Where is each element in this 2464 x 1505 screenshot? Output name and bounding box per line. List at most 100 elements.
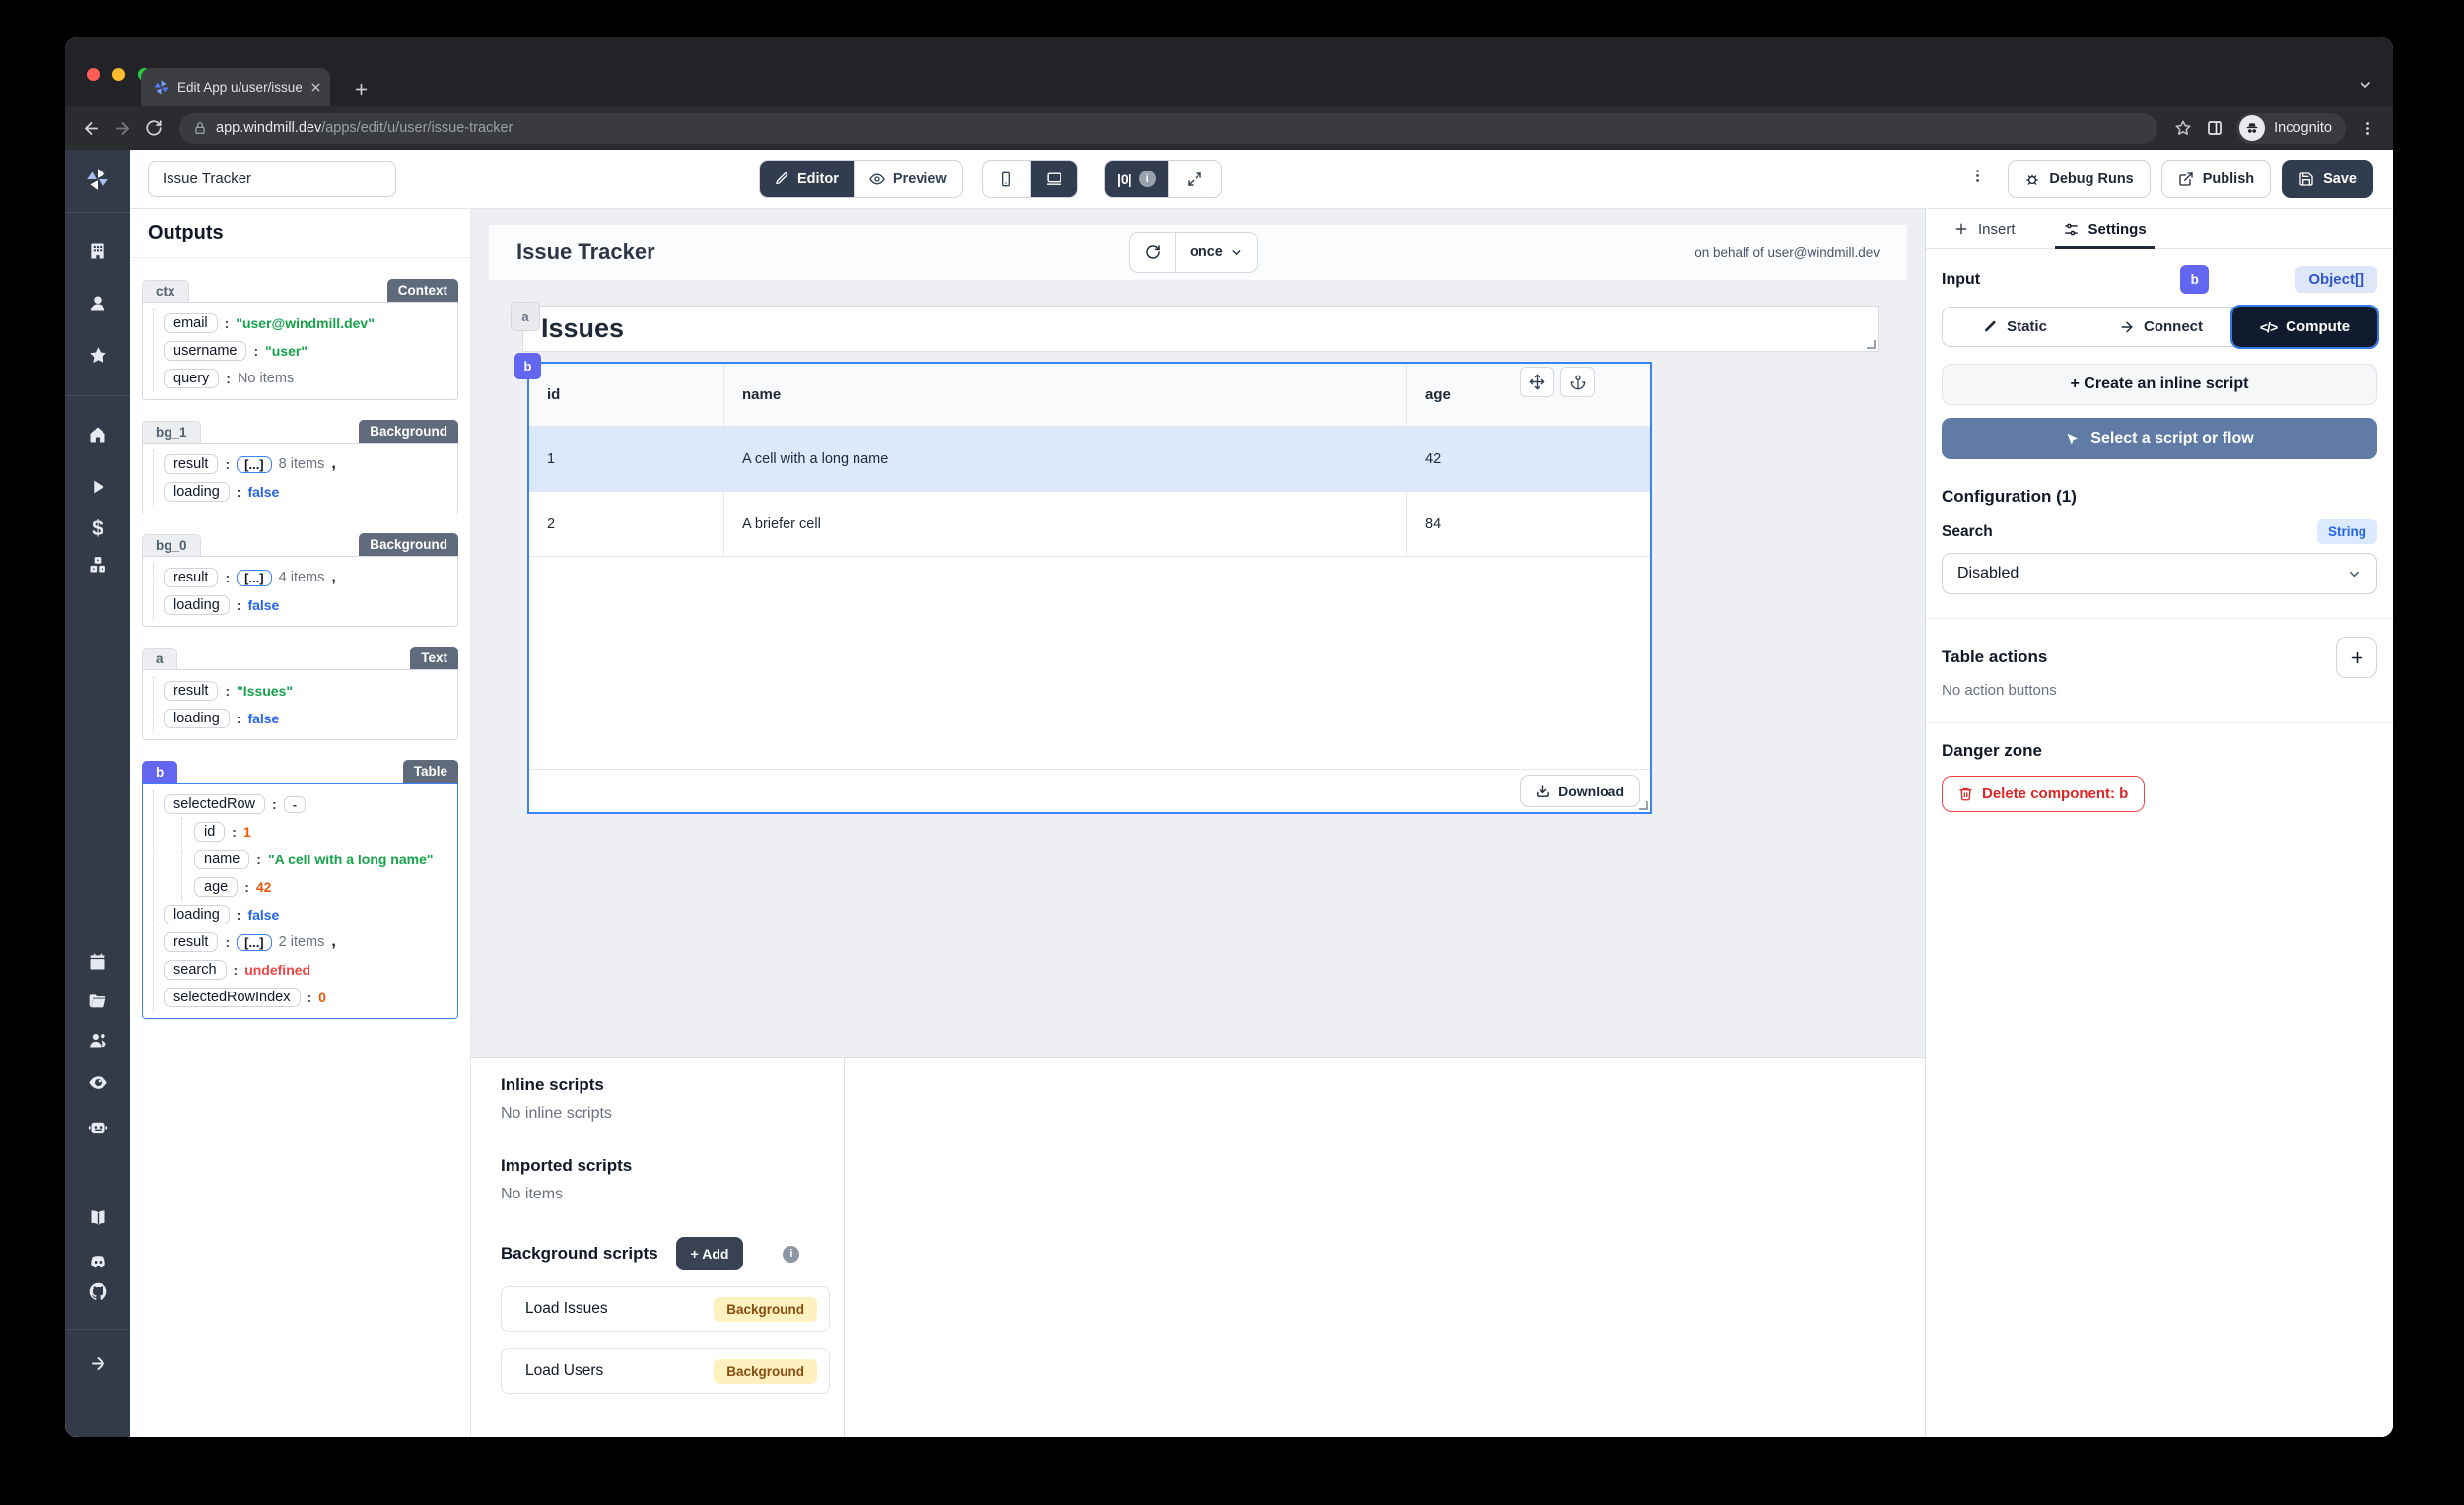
new-tab-button[interactable] [353,81,370,98]
comma: , [331,455,336,472]
output-key[interactable]: loading [164,482,230,502]
output-key[interactable]: age [194,877,239,897]
rail-variables-icon[interactable]: $ [65,517,130,541]
array-expander[interactable]: [...] [237,933,272,951]
rail-collapse-arrow-icon[interactable] [65,1354,130,1373]
move-component-button[interactable] [1520,367,1554,397]
connect-mode-button[interactable]: Connect [2088,308,2233,346]
windmill-logo-icon[interactable] [65,167,130,192]
save-button[interactable]: Save [2282,160,2373,198]
rail-workspace-icon[interactable] [65,241,130,261]
forward-button[interactable] [106,112,138,144]
output-key[interactable]: result [164,568,219,587]
section-id-chip[interactable]: a [142,648,177,669]
download-button[interactable]: Download [1520,775,1640,807]
static-mode-button[interactable]: Static [1943,308,2088,346]
anchor-component-button[interactable] [1560,367,1595,397]
rail-runs-icon[interactable] [65,478,130,496]
section-id-chip[interactable]: b [142,761,178,783]
array-expander[interactable]: [...] [237,455,272,473]
output-key[interactable]: email [164,313,218,333]
rail-audit-eye-icon[interactable] [65,1072,130,1093]
lock-icon [195,122,205,134]
issues-heading: Issues [541,313,625,343]
output-key[interactable]: id [194,822,226,842]
publish-button[interactable]: Publish [2160,160,2272,198]
back-button[interactable] [75,112,106,144]
collapse-toggle[interactable]: - [283,795,307,813]
editor-tab[interactable]: Editor [760,161,854,197]
run-mode-dropdown[interactable]: once [1176,233,1257,272]
table-row-selected[interactable]: 1 A cell with a long name 42 [529,427,1650,492]
app-name-input[interactable] [148,161,396,197]
more-options-button[interactable] [1969,168,1986,184]
debug-runs-button[interactable]: Debug Runs [2008,160,2151,198]
add-background-script-button[interactable]: + Add [675,1237,744,1270]
column-header[interactable]: id [529,364,724,426]
browser-tab[interactable]: Edit App u/user/issue-tracker | [141,68,330,106]
component-a-chip[interactable]: a [511,302,540,331]
output-key[interactable]: username [164,341,247,361]
column-header[interactable]: name [724,364,1407,426]
rail-folders-icon[interactable] [65,992,130,1011]
bookmark-star-button[interactable] [2167,112,2199,144]
output-key[interactable]: selectedRowIndex [164,988,301,1007]
output-key[interactable]: loading [164,709,230,728]
rail-home-icon[interactable] [65,425,130,445]
desktop-view-button[interactable] [1030,161,1077,197]
resize-handle[interactable] [1639,801,1648,810]
output-key[interactable]: search [164,960,227,980]
background-script-item[interactable]: Load Issues Background [501,1286,830,1332]
close-tab-icon[interactable] [309,81,322,94]
output-key[interactable]: result [164,454,219,474]
rail-github-icon[interactable] [65,1281,130,1302]
mobile-view-button[interactable] [983,161,1030,197]
rail-schedules-icon[interactable] [65,952,130,972]
add-table-action-button[interactable] [2336,637,2377,678]
rail-groups-icon[interactable] [65,1030,130,1051]
tab-search-chevron-icon[interactable] [2358,77,2373,93]
section-id-chip[interactable]: ctx [142,280,189,302]
table-component-b[interactable]: b id name age 1 A cell with a long name … [514,353,1652,814]
text-component-a[interactable]: a Issues [511,302,1879,352]
compute-mode-button[interactable]: </> Compute [2230,305,2379,349]
rail-discord-icon[interactable] [65,1252,130,1272]
table-row[interactable]: 2 A briefer cell 84 [529,492,1650,557]
tab-settings[interactable]: Settings [2054,209,2155,249]
refresh-button[interactable] [1130,233,1176,272]
create-inline-script-button[interactable]: + Create an inline script [1942,364,2377,405]
json-debug-button[interactable]: |0| i [1105,161,1168,197]
section-id-chip[interactable]: bg_1 [142,421,201,443]
rail-favorites-star-icon[interactable] [65,345,130,366]
background-script-item[interactable]: Load Users Background [501,1348,830,1394]
rail-ai-robot-icon[interactable] [65,1117,130,1137]
rail-docs-book-icon[interactable] [65,1207,130,1228]
delete-component-button[interactable]: Delete component: b [1942,776,2146,812]
component-b-chip[interactable]: b [514,353,541,379]
app-canvas[interactable]: Issue Tracker once on behalf of user@win… [471,209,1925,1057]
fullscreen-button[interactable] [1167,161,1221,197]
reload-button[interactable] [138,112,170,144]
output-key[interactable]: selectedRow [164,794,266,814]
preview-tab[interactable]: Preview [853,161,962,197]
url-bar[interactable]: app.windmill.dev/apps/edit/u/user/issue-… [179,112,2158,144]
output-section-ctx: ctx Context email: "user@windmill.dev" u… [142,274,458,400]
browser-menu-button[interactable] [2352,112,2383,144]
rail-user-icon[interactable] [65,294,130,313]
side-panel-button[interactable] [2199,112,2230,144]
rail-resources-icon[interactable] [65,555,130,575]
output-key[interactable]: loading [164,595,230,615]
output-key[interactable]: loading [164,905,230,924]
tab-insert[interactable]: Insert [1953,209,2016,248]
output-key[interactable]: result [164,681,219,701]
section-id-chip[interactable]: bg_0 [142,534,201,556]
select-script-button[interactable]: Select a script or flow [1942,418,2377,459]
output-key[interactable]: name [194,850,250,869]
close-window-button[interactable] [87,68,100,81]
minimize-window-button[interactable] [112,68,125,81]
output-key[interactable]: query [164,369,220,388]
array-expander[interactable]: [...] [237,569,272,586]
output-key[interactable]: result [164,932,219,952]
resize-handle[interactable] [1867,340,1876,349]
search-mode-select[interactable]: Disabled [1942,553,2377,594]
